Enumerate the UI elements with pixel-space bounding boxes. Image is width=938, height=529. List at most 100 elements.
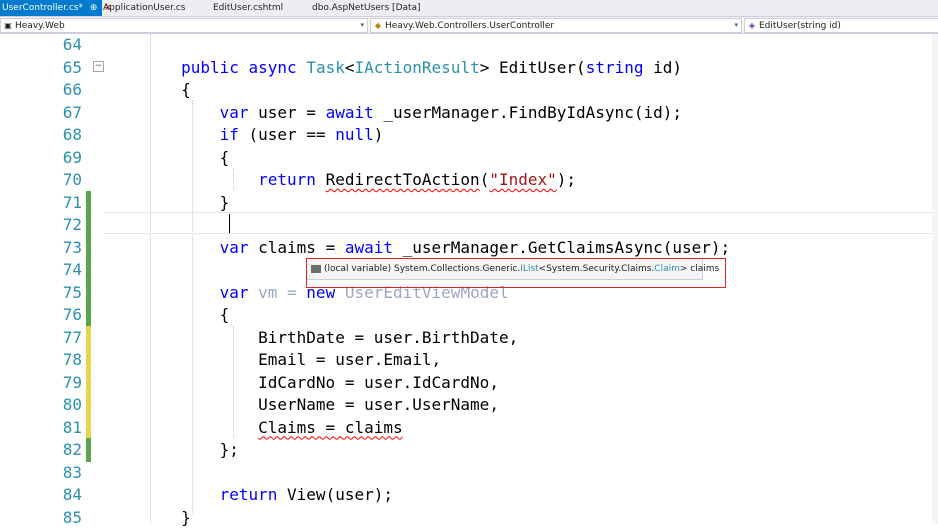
line-number: 81 bbox=[0, 417, 82, 440]
code-text: ) bbox=[374, 125, 384, 144]
tooltip-content: (local variable) System.Collections.Gene… bbox=[306, 258, 703, 280]
keyword: public bbox=[181, 58, 239, 77]
tab-aspnetusers-data[interactable]: dbo.AspNetUsers [Data] bbox=[312, 0, 432, 16]
keyword: if bbox=[220, 125, 239, 144]
code-text: (user); bbox=[326, 485, 393, 504]
code-line-67: var user = await _userManager.FindByIdAs… bbox=[104, 102, 682, 125]
code-text: (user == bbox=[239, 125, 335, 144]
code-text: UserName = user.UserName, bbox=[258, 395, 499, 414]
line-number: 83 bbox=[0, 462, 82, 485]
line-number: 73 bbox=[0, 237, 82, 260]
chevron-down-icon: ▾ bbox=[360, 19, 364, 32]
code-line-68: if (user == null) bbox=[104, 124, 383, 147]
code-line-81: Claims = claims bbox=[104, 417, 403, 440]
csharp-project-icon: ▣ bbox=[3, 19, 13, 32]
change-marker-saved bbox=[86, 438, 91, 462]
line-number: 65 bbox=[0, 57, 82, 80]
keyword: var bbox=[220, 103, 249, 122]
tooltip-text: <System.Security.Claims. bbox=[539, 264, 655, 274]
tab-label: UserController.cs* bbox=[2, 3, 83, 13]
line-number: 69 bbox=[0, 147, 82, 170]
keyword: var bbox=[220, 283, 249, 302]
keyword: return bbox=[220, 485, 278, 504]
code-line-69: { bbox=[104, 147, 229, 170]
line-number: 64 bbox=[0, 34, 82, 57]
member-dropdown[interactable]: ◈EditUser(string id) bbox=[744, 18, 938, 33]
tooltip-type-link[interactable]: IList bbox=[520, 264, 538, 274]
code-text: id) bbox=[643, 58, 682, 77]
line-number: 82 bbox=[0, 439, 82, 462]
tooltip-type-link[interactable]: Claim bbox=[654, 264, 680, 274]
code-text: IdCardNo = user.IdCardNo, bbox=[258, 373, 499, 392]
code-text: } bbox=[220, 193, 230, 212]
code-line-66: { bbox=[104, 79, 191, 102]
code-line-71: } bbox=[104, 192, 229, 215]
code-line-76: { bbox=[104, 304, 229, 327]
code-text: user = bbox=[249, 103, 326, 122]
code-text: { bbox=[181, 80, 191, 99]
type-label: Heavy.Web.Controllers.UserController bbox=[385, 21, 554, 31]
type-name: IActionResult bbox=[354, 58, 479, 77]
line-number: 74 bbox=[0, 259, 82, 282]
line-number: 71 bbox=[0, 192, 82, 215]
project-dropdown[interactable]: ▣Heavy.Web ▾ bbox=[0, 18, 368, 33]
code-line-84: return View(user); bbox=[104, 484, 393, 507]
code-text: > EditUser( bbox=[480, 58, 586, 77]
code-text: ( bbox=[480, 170, 490, 189]
line-number: 76 bbox=[0, 304, 82, 327]
tooltip-text: (local variable) System.Collections.Gene… bbox=[324, 264, 520, 274]
code-line-73: var claims = await _userManager.GetClaim… bbox=[104, 237, 730, 260]
line-number: 78 bbox=[0, 349, 82, 372]
line-number: 70 bbox=[0, 169, 82, 192]
code-line-77: BirthDate = user.BirthDate, bbox=[104, 327, 518, 350]
tab-usercontroller[interactable]: UserController.cs* ⊕ × bbox=[0, 0, 102, 16]
change-marker-unsaved bbox=[86, 326, 91, 438]
keyword: var bbox=[220, 238, 249, 257]
keyword: async bbox=[249, 58, 297, 77]
code-line-79: IdCardNo = user.IdCardNo, bbox=[104, 372, 499, 395]
keyword: null bbox=[335, 125, 374, 144]
class-icon: ◆ bbox=[373, 19, 383, 32]
keyword: return bbox=[258, 170, 316, 189]
line-number: 66 bbox=[0, 79, 82, 102]
text-caret bbox=[229, 214, 230, 233]
type-dropdown[interactable]: ◆Heavy.Web.Controllers.UserController ▾ bbox=[370, 18, 742, 33]
code-line-85: } bbox=[104, 507, 191, 529]
line-number: 75 bbox=[0, 282, 82, 305]
code-text: _userManager.FindByIdAsync(id); bbox=[374, 103, 682, 122]
code-text: Claims = claims bbox=[258, 418, 403, 437]
line-number: 84 bbox=[0, 484, 82, 507]
line-number: 72 bbox=[0, 214, 82, 237]
keyword: await bbox=[345, 238, 393, 257]
code-text: _userManager.GetClaimsAsync(user); bbox=[393, 238, 730, 257]
vertical-scrollbar[interactable] bbox=[932, 34, 938, 524]
code-line-80: UserName = user.UserName, bbox=[104, 394, 499, 417]
line-number: 67 bbox=[0, 102, 82, 125]
tab-label: EditUser.cshtml bbox=[213, 3, 283, 13]
pin-icon[interactable]: ⊕ bbox=[90, 3, 98, 13]
tooltip-text: > claims bbox=[680, 264, 719, 274]
line-number: 68 bbox=[0, 124, 82, 147]
keyword: string bbox=[586, 58, 644, 77]
collapse-icon[interactable]: − bbox=[93, 61, 104, 72]
navigation-bar: ▣Heavy.Web ▾ ◆Heavy.Web.Controllers.User… bbox=[0, 17, 938, 34]
code-text: }; bbox=[220, 440, 239, 459]
line-number: 79 bbox=[0, 372, 82, 395]
line-number-gutter: 64 65 66 67 68 69 70 71 72 73 74 75 76 7… bbox=[0, 34, 82, 524]
code-line-78: Email = user.Email, bbox=[104, 349, 441, 372]
local-variable-icon bbox=[311, 265, 321, 273]
member-label: EditUser(string id) bbox=[759, 21, 841, 31]
type-name: Task bbox=[306, 58, 345, 77]
tab-label: ApplicationUser.cs bbox=[103, 3, 185, 13]
code-text: vm = bbox=[249, 283, 307, 302]
code-line-82: }; bbox=[104, 439, 239, 462]
string-literal: "Index" bbox=[489, 170, 556, 189]
change-marker-saved bbox=[86, 191, 91, 326]
project-label: Heavy.Web bbox=[15, 21, 65, 31]
line-number: 80 bbox=[0, 394, 82, 417]
tab-edituser-cshtml[interactable]: EditUser.cshtml bbox=[213, 0, 303, 16]
code-text: ); bbox=[557, 170, 576, 189]
tab-applicationuser[interactable]: ApplicationUser.cs bbox=[103, 0, 203, 16]
code-line-70: return RedirectToAction("Index"); bbox=[104, 169, 576, 192]
line-number: 77 bbox=[0, 327, 82, 350]
